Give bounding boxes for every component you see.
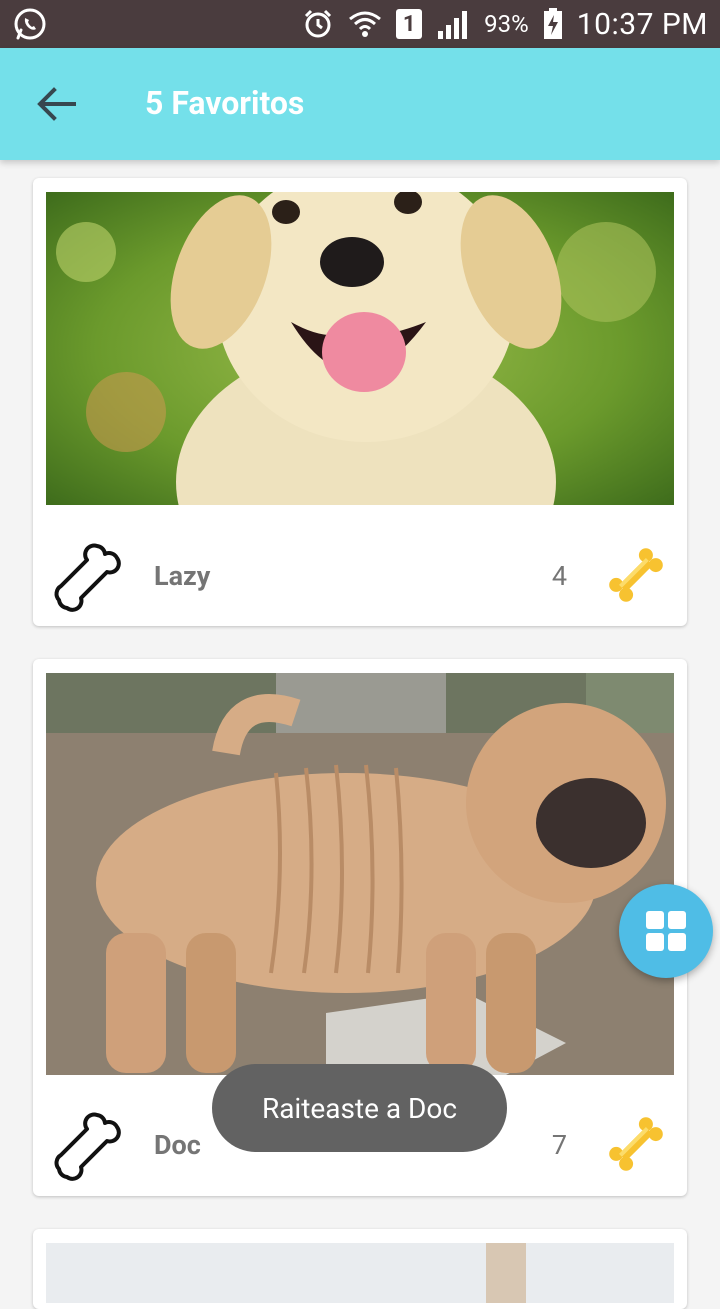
pet-rating: 7	[551, 1129, 567, 1161]
sim-slot-number: 1	[402, 11, 416, 37]
bone-outline-icon[interactable]	[45, 1105, 125, 1185]
pet-name: Lazy	[154, 560, 211, 592]
arrow-left-icon[interactable]	[34, 84, 78, 124]
pet-name: Doc	[154, 1129, 201, 1161]
whatsapp-icon	[14, 8, 46, 40]
pet-photo	[46, 192, 674, 505]
battery-percent: 93%	[484, 10, 529, 38]
sim-1-icon: 1	[396, 9, 423, 39]
bone-rating-icon[interactable]	[603, 1111, 669, 1177]
app-bar: 5 Favoritos	[0, 48, 720, 160]
toast-message: Raiteaste a Doc	[212, 1064, 507, 1152]
page-title: 5 Favoritos	[145, 84, 305, 122]
clock: 10:37 PM	[576, 6, 708, 42]
battery-charging-icon	[543, 8, 562, 39]
bone-outline-icon[interactable]	[45, 536, 125, 616]
toast-text: Raiteaste a Doc	[261, 1091, 458, 1125]
pet-card: Lazy 4	[33, 178, 687, 626]
pet-photo	[46, 673, 674, 1075]
grid-icon	[646, 911, 686, 951]
status-bar: 1 93% 10:37 PM	[0, 0, 720, 48]
pet-rating: 4	[551, 560, 567, 592]
signal-icon	[438, 11, 468, 39]
wifi-icon	[349, 11, 382, 37]
alarm-icon	[305, 9, 332, 38]
bone-rating-icon[interactable]	[603, 542, 669, 608]
pet-card	[33, 1229, 687, 1309]
grid-view-button[interactable]	[619, 884, 713, 978]
pet-photo	[46, 1243, 674, 1303]
